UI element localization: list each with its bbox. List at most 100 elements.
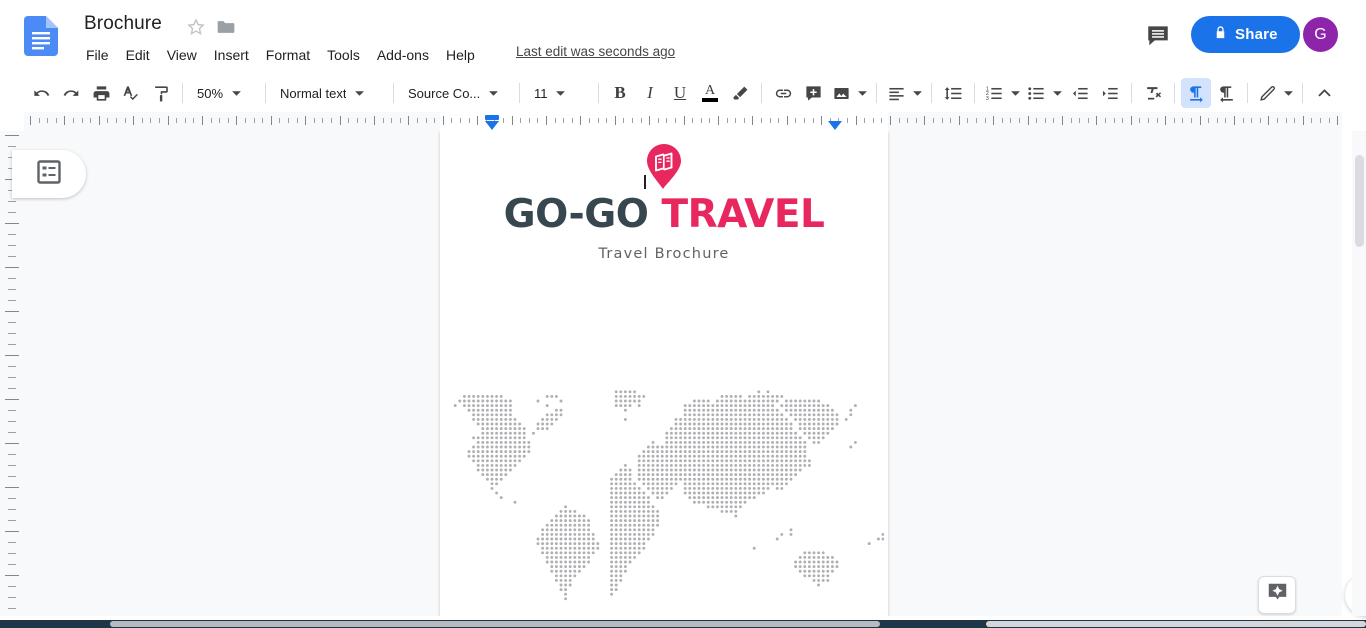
formatting-toolbar: 50% Normal text Source Co... 11	[0, 74, 1366, 112]
bold-button[interactable]: B	[605, 78, 635, 108]
brochure-subtitle: Travel Brochure	[440, 246, 888, 262]
align-control[interactable]	[883, 78, 925, 108]
toolbar-separator	[931, 83, 932, 103]
collapse-toolbar-chevron-icon[interactable]	[1309, 78, 1339, 108]
document-title[interactable]: Brochure	[80, 11, 166, 37]
paragraph-ltr-icon[interactable]	[1181, 78, 1211, 108]
document-canvas[interactable]: GO-GO TRAVEL Travel Brochure	[24, 131, 1342, 616]
chevron-down-icon[interactable]	[854, 78, 870, 108]
editing-mode-control[interactable]	[1254, 78, 1296, 108]
italic-label: I	[647, 83, 653, 103]
menu-item-addons[interactable]: Add-ons	[369, 45, 437, 65]
decrease-indent-icon[interactable]	[1065, 78, 1095, 108]
left-indent-marker[interactable]	[485, 121, 499, 130]
increase-indent-icon[interactable]	[1095, 78, 1125, 108]
menu-bar: File Edit View Insert Format Tools Add-o…	[78, 43, 484, 67]
brochure-title: GO-GO TRAVEL	[440, 195, 888, 234]
spellcheck-icon[interactable]	[116, 78, 146, 108]
ruler-ticks	[24, 112, 1342, 131]
add-comment-icon[interactable]	[798, 78, 828, 108]
avatar[interactable]: G	[1303, 17, 1338, 52]
vertical-ruler[interactable]	[0, 131, 24, 616]
menu-item-format[interactable]: Format	[258, 45, 318, 65]
chevron-down-icon	[350, 84, 368, 102]
link-icon[interactable]	[768, 78, 798, 108]
paragraph-style-value: Normal text	[280, 86, 346, 101]
toolbar-separator	[876, 83, 877, 103]
font-size-dropdown[interactable]: 11	[526, 79, 592, 107]
paint-format-icon[interactable]	[146, 78, 176, 108]
brochure-title-word2: TRAVEL	[661, 192, 824, 237]
comment-icon[interactable]	[1145, 22, 1171, 48]
toolbar-separator	[265, 83, 266, 103]
menu-item-insert[interactable]: Insert	[206, 45, 257, 65]
numbered-list-icon[interactable]: 1 2 3	[981, 78, 1007, 108]
toolbar-separator	[1174, 83, 1175, 103]
star-outline-icon[interactable]	[186, 17, 206, 37]
redo-icon[interactable]	[56, 78, 86, 108]
document-page[interactable]: GO-GO TRAVEL Travel Brochure	[440, 131, 888, 616]
share-button-label: Share	[1235, 26, 1278, 43]
menu-item-edit[interactable]: Edit	[118, 45, 158, 65]
toolbar-separator	[1247, 83, 1248, 103]
share-button[interactable]: Share	[1191, 16, 1300, 53]
underline-label: U	[674, 83, 686, 103]
numbered-list-control[interactable]: 1 2 3	[981, 78, 1023, 108]
paragraph-rtl-icon[interactable]	[1211, 78, 1241, 108]
chevron-down-icon[interactable]	[1049, 78, 1065, 108]
insert-image-control[interactable]	[828, 78, 870, 108]
chevron-down-icon[interactable]	[909, 78, 925, 108]
clear-formatting-icon[interactable]	[1138, 78, 1168, 108]
horizontal-scrollbar-thumb[interactable]	[110, 621, 880, 627]
toolbar-separator	[1302, 83, 1303, 103]
toolbar-separator	[393, 83, 394, 103]
menu-item-view[interactable]: View	[159, 45, 205, 65]
editing-mode-pencil-icon[interactable]	[1254, 78, 1280, 108]
undo-icon[interactable]	[26, 78, 56, 108]
chevron-down-icon	[552, 84, 570, 102]
bulleted-list-control[interactable]	[1023, 78, 1065, 108]
text-cursor	[644, 175, 646, 189]
docs-file-icon[interactable]	[24, 16, 58, 56]
explore-button[interactable]	[1258, 576, 1296, 614]
dotted-world-map	[444, 376, 884, 616]
zoom-dropdown[interactable]: 50%	[189, 79, 259, 107]
paragraph-style-dropdown[interactable]: Normal text	[272, 79, 387, 107]
font-value: Source Co...	[408, 86, 480, 101]
right-indent-marker[interactable]	[828, 121, 842, 130]
insert-image-icon[interactable]	[828, 78, 854, 108]
first-line-indent-marker[interactable]	[485, 115, 499, 120]
underline-button[interactable]: U	[665, 78, 695, 108]
font-size-value: 11	[534, 86, 548, 101]
vertical-scrollbar[interactable]	[1352, 131, 1366, 616]
last-edit-status[interactable]: Last edit was seconds ago	[516, 44, 675, 59]
chevron-down-icon	[484, 84, 502, 102]
bold-label: B	[614, 83, 625, 103]
align-left-icon[interactable]	[883, 78, 909, 108]
text-color-swatch	[702, 98, 718, 102]
print-icon[interactable]	[86, 78, 116, 108]
svg-text:3: 3	[985, 95, 988, 101]
menu-item-tools[interactable]: Tools	[319, 45, 368, 65]
chevron-down-icon[interactable]	[1280, 78, 1296, 108]
vertical-scrollbar-thumb[interactable]	[1355, 155, 1364, 247]
highlighter-icon[interactable]	[725, 78, 755, 108]
horizontal-ruler[interactable]	[24, 112, 1342, 131]
folder-icon[interactable]	[215, 17, 237, 37]
chevron-down-icon[interactable]	[1007, 78, 1023, 108]
text-color-button[interactable]: A	[695, 78, 725, 108]
document-outline-button[interactable]	[12, 150, 86, 198]
top-bar: Brochure File Edit View Insert Format To…	[0, 0, 1366, 70]
map-pin-brochure-logo	[643, 143, 685, 191]
italic-button[interactable]: I	[635, 78, 665, 108]
menu-item-file[interactable]: File	[78, 45, 117, 65]
explore-sparkle-icon	[1267, 582, 1288, 608]
toolbar-separator	[519, 83, 520, 103]
horizontal-scrollbar[interactable]	[0, 620, 1366, 628]
chevron-down-icon	[227, 84, 245, 102]
horizontal-scrollbar-thumb-secondary[interactable]	[986, 621, 1366, 627]
bulleted-list-icon[interactable]	[1023, 78, 1049, 108]
line-spacing-icon[interactable]	[938, 78, 968, 108]
font-dropdown[interactable]: Source Co...	[400, 79, 513, 107]
menu-item-help[interactable]: Help	[438, 45, 483, 65]
